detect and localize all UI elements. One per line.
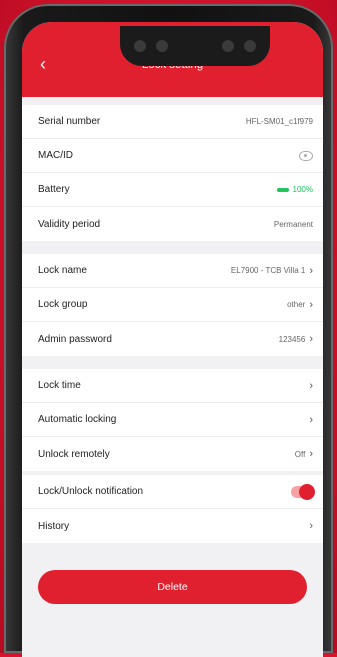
row-label: Unlock remotely xyxy=(38,448,110,460)
row-label: History xyxy=(38,520,70,532)
mac-id-row: MAC/ID xyxy=(22,139,323,173)
lock-info-group: Lock name EL7900 - TCB Villa 1 › Lock gr… xyxy=(22,254,323,356)
sensor-dot xyxy=(222,40,234,52)
eye-icon[interactable] xyxy=(299,150,313,161)
chevron-right-icon: › xyxy=(309,413,313,426)
phone-frame: ‹ Lock setting Serial number HFL-SM01_c1… xyxy=(4,4,333,657)
battery-icon xyxy=(276,187,289,192)
chevron-right-icon: › xyxy=(309,379,313,392)
lock-group-value: other xyxy=(287,300,306,309)
sensor-dot xyxy=(134,40,146,52)
admin-password-value: 123456 xyxy=(278,334,306,344)
row-label: Serial number xyxy=(38,116,101,127)
notifications-group: Lock/Unlock notification History › xyxy=(22,475,323,543)
validity-period-value: Permanent xyxy=(273,219,313,229)
chevron-right-icon: › xyxy=(309,520,313,532)
battery-row: Battery 100% xyxy=(22,173,323,207)
automatic-locking-row[interactable]: Automatic locking › xyxy=(22,403,323,437)
serial-number-row: Serial number HFL-SM01_c1f979 xyxy=(22,105,323,139)
row-label: Automatic locking xyxy=(38,414,117,425)
history-row[interactable]: History › xyxy=(22,509,323,543)
lock-time-row[interactable]: Lock time › xyxy=(22,369,323,403)
battery-value: 100% xyxy=(292,185,313,194)
row-label: MAC/ID xyxy=(38,150,73,161)
lock-unlock-notification-row: Lock/Unlock notification xyxy=(22,475,323,509)
admin-password-row[interactable]: Admin password 123456 › xyxy=(22,322,323,356)
row-label: Validity period xyxy=(38,218,101,230)
sensor-dot xyxy=(156,40,168,52)
toggle-knob xyxy=(299,483,315,500)
phone-screen: ‹ Lock setting Serial number HFL-SM01_c1… xyxy=(22,22,323,657)
row-label: Battery xyxy=(38,184,70,195)
row-label: Lock name xyxy=(38,265,87,276)
delete-button[interactable]: Delete xyxy=(38,570,307,604)
validity-period-row: Validity period Permanent xyxy=(22,207,323,241)
chevron-right-icon: › xyxy=(309,448,313,460)
row-label: Lock time xyxy=(38,380,81,391)
device-info-group: Serial number HFL-SM01_c1f979 MAC/ID Bat… xyxy=(22,105,323,241)
lock-name-value: EL7900 - TCB Villa 1 xyxy=(230,266,306,275)
row-label: Lock group xyxy=(38,299,88,310)
lock-settings-group: Lock time › Automatic locking › Unlock r… xyxy=(22,369,323,471)
serial-number-value: HFL-SM01_c1f979 xyxy=(245,117,313,126)
chevron-right-icon: › xyxy=(309,298,313,311)
row-label: Admin password xyxy=(38,333,112,345)
lock-name-row[interactable]: Lock name EL7900 - TCB Villa 1 › xyxy=(22,254,323,288)
notification-toggle[interactable] xyxy=(291,483,315,500)
unlock-remotely-row[interactable]: Unlock remotely Off › xyxy=(22,437,323,471)
chevron-right-icon: › xyxy=(309,333,313,345)
phone-notch xyxy=(120,26,270,66)
lock-group-row[interactable]: Lock group other › xyxy=(22,288,323,322)
row-label: Lock/Unlock notification xyxy=(38,486,144,497)
chevron-right-icon: › xyxy=(309,264,313,277)
camera-dot xyxy=(244,40,256,52)
unlock-remotely-value: Off xyxy=(294,449,306,459)
